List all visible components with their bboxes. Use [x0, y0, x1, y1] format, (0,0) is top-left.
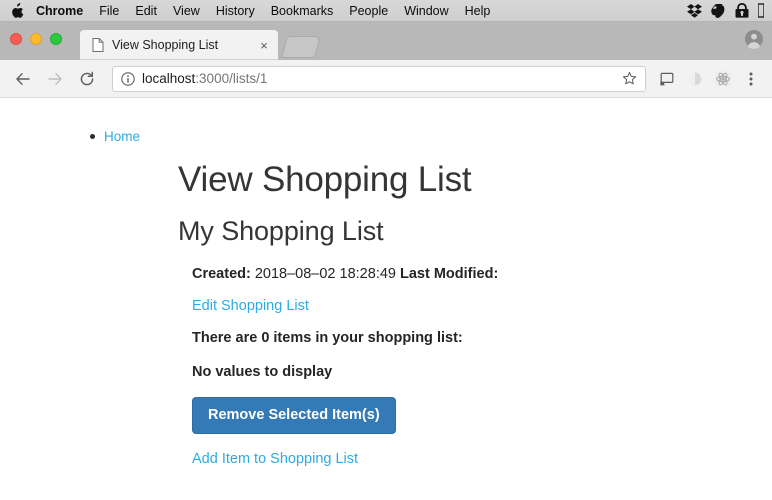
window-traffic-lights — [10, 33, 62, 45]
close-button[interactable] — [10, 33, 22, 45]
remove-button-row: Remove Selected Item(s) — [192, 397, 772, 450]
url-path: :3000/lists/1 — [195, 71, 268, 86]
empty-state-text: No values to display — [192, 364, 333, 380]
react-devtools-icon[interactable] — [710, 66, 736, 92]
minimize-button[interactable] — [30, 33, 42, 45]
macos-menubar: Chrome File Edit View History Bookmarks … — [0, 0, 772, 22]
lock-icon[interactable] — [735, 3, 749, 18]
edit-shopping-list-link[interactable]: Edit Shopping List — [192, 298, 309, 314]
main-column: View Shopping List My Shopping List Crea… — [90, 159, 772, 468]
tab-title: View Shopping List — [112, 38, 219, 52]
tab-strip: View Shopping List × — [0, 22, 772, 60]
menu-item-people[interactable]: People — [341, 0, 396, 22]
created-timestamp: 2018–08–02 18:28:49 — [254, 266, 396, 282]
url-host: localhost — [142, 71, 196, 86]
address-bar[interactable]: localhost:3000/lists/1 — [112, 65, 646, 92]
url-text: localhost:3000/lists/1 — [142, 71, 619, 86]
menu-item-chrome[interactable]: Chrome — [34, 0, 91, 22]
close-icon[interactable]: × — [256, 37, 272, 53]
cast-icon[interactable] — [654, 66, 680, 92]
star-icon[interactable] — [619, 71, 639, 86]
tab-view-shopping-list[interactable]: View Shopping List × — [80, 30, 278, 60]
breadcrumb-item-home: Home — [90, 128, 772, 145]
menu-item-history[interactable]: History — [208, 0, 263, 22]
breadcrumb: Home — [90, 128, 772, 145]
apple-logo-icon[interactable] — [10, 3, 24, 19]
browser-toolbar: localhost:3000/lists/1 — [0, 60, 772, 98]
circle-extension-icon[interactable] — [682, 66, 708, 92]
back-arrow-icon[interactable] — [8, 65, 38, 93]
edit-link-row: Edit Shopping List — [192, 297, 772, 315]
partial-icon[interactable] — [758, 3, 764, 18]
add-item-to-shopping-list-link[interactable]: Add Item to Shopping List — [192, 451, 358, 467]
page-viewport: Home View Shopping List My Shopping List… — [0, 98, 772, 500]
maximize-button[interactable] — [50, 33, 62, 45]
shopping-list-name: My Shopping List — [178, 216, 384, 246]
page-icon — [92, 38, 104, 52]
menubar-status-icons — [687, 3, 766, 18]
evernote-icon[interactable] — [711, 3, 726, 18]
menu-item-edit[interactable]: Edit — [127, 0, 165, 22]
profile-avatar-icon[interactable] — [744, 29, 764, 54]
page-title: View Shopping List — [178, 160, 472, 199]
menu-item-file[interactable]: File — [91, 0, 127, 22]
reload-icon[interactable] — [72, 65, 102, 93]
list-timestamps: Created: 2018–08–02 18:28:49 Last Modifi… — [192, 265, 772, 283]
three-dot-menu-icon[interactable] — [738, 66, 764, 92]
items-count-text: There are 0 items in your shopping list: — [192, 330, 463, 346]
menu-item-bookmarks[interactable]: Bookmarks — [263, 0, 342, 22]
last-modified-label: Last Modified: — [400, 266, 499, 282]
add-item-link-row: Add Item to Shopping List — [192, 450, 772, 468]
dropbox-icon[interactable] — [687, 3, 702, 18]
page-content: Home View Shopping List My Shopping List… — [0, 128, 772, 468]
remove-selected-items-button[interactable]: Remove Selected Item(s) — [192, 397, 396, 434]
created-label: Created: — [192, 266, 251, 282]
menu-item-view[interactable]: View — [165, 0, 208, 22]
new-tab-button[interactable] — [280, 36, 322, 58]
menu-item-help[interactable]: Help — [457, 0, 499, 22]
forward-arrow-icon[interactable] — [40, 65, 70, 93]
tab-strip-right — [744, 29, 772, 60]
info-circle-icon[interactable] — [121, 71, 135, 86]
menu-item-window[interactable]: Window — [396, 0, 456, 22]
home-link[interactable]: Home — [104, 129, 140, 144]
chrome-browser-window: View Shopping List × localhost:3000/list… — [0, 22, 772, 500]
list-meta-block: Created: 2018–08–02 18:28:49 Last Modifi… — [178, 265, 772, 468]
